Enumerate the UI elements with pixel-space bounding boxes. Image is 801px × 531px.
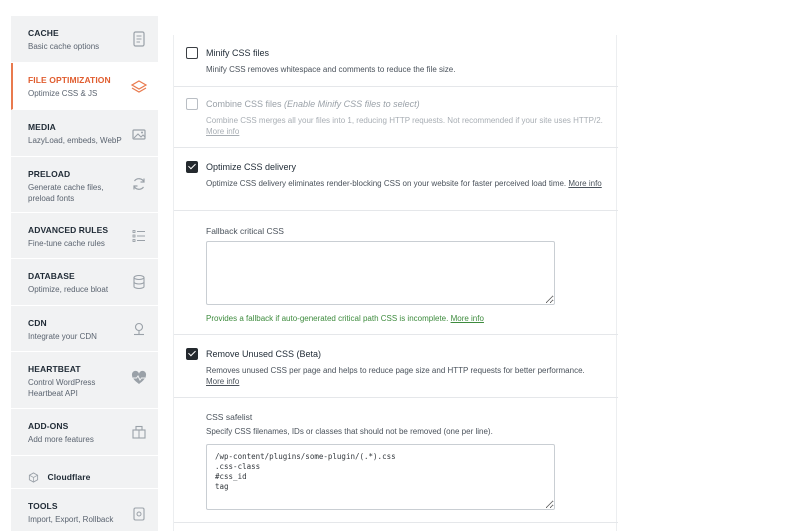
- sidebar-item-desc: Basic cache options: [28, 42, 100, 51]
- combine-css-desc: Combine CSS merges all your files into 1…: [206, 115, 610, 137]
- option-minify-css: Minify CSS files Minify CSS removes whit…: [174, 35, 618, 87]
- list-icon: [130, 227, 148, 245]
- combine-css-checkbox[interactable]: [186, 98, 198, 110]
- cdn-icon: [130, 320, 148, 338]
- fallback-critical-css-textarea[interactable]: [206, 241, 555, 305]
- sidebar-item-database[interactable]: DATABASE Optimize, reduce bloat: [11, 259, 158, 306]
- combine-css-desc-text: Combine CSS merges all your files into 1…: [206, 116, 603, 125]
- layers-icon: [130, 78, 148, 96]
- sidebar-item-desc: Generate cache files, preload fonts: [28, 183, 104, 203]
- sidebar-item-add-ons[interactable]: ADD-ONS Add more features: [11, 409, 158, 456]
- optimize-css-delivery-desc-text: Optimize CSS delivery eliminates render-…: [206, 179, 567, 188]
- sidebar-item-desc: Control WordPress Heartbeat API: [28, 378, 96, 398]
- sidebar-item-desc: Optimize, reduce bloat: [28, 285, 109, 294]
- sidebar-item-cache[interactable]: CACHE Basic cache options: [11, 16, 158, 63]
- document-icon: [130, 30, 148, 48]
- heart-pulse-icon: [130, 369, 148, 387]
- combine-css-label-text: Combine CSS files: [206, 99, 282, 109]
- optimize-css-delivery-label[interactable]: Optimize CSS delivery: [206, 162, 296, 172]
- combine-css-note: (Enable Minify CSS files to select): [284, 99, 420, 109]
- sidebar-item-file-optimization[interactable]: FILE OPTIMIZATION Optimize CSS & JS: [11, 63, 158, 110]
- sidebar-item-tools[interactable]: TOOLS Import, Export, Rollback: [11, 489, 158, 531]
- cloudflare-icon: [28, 470, 39, 483]
- sidebar-item-heartbeat[interactable]: HEARTBEAT Control WordPress Heartbeat AP…: [11, 352, 158, 409]
- css-safelist-title: CSS safelist: [206, 412, 253, 422]
- fallback-help-text: Provides a fallback if auto-generated cr…: [206, 314, 449, 323]
- css-safelist-textarea[interactable]: /wp-content/plugins/some-plugin/(.*).css…: [206, 444, 555, 510]
- combine-css-more-info-link[interactable]: More info: [206, 127, 239, 136]
- fallback-critical-css-title: Fallback critical CSS: [206, 226, 284, 236]
- puzzle-icon: [130, 423, 148, 441]
- sidebar-item-desc: Import, Export, Rollback: [28, 515, 114, 524]
- sidebar-item-desc: Integrate your CDN: [28, 332, 97, 341]
- minify-css-label[interactable]: Minify CSS files: [206, 48, 269, 58]
- optimize-css-delivery-checkbox[interactable]: [186, 161, 198, 173]
- fallback-critical-css-section: Fallback critical CSS Provides a fallbac…: [174, 211, 618, 335]
- sidebar-item-preload[interactable]: PRELOAD Generate cache files, preload fo…: [11, 157, 158, 213]
- fallback-critical-css-help: Provides a fallback if auto-generated cr…: [206, 314, 484, 323]
- optimize-css-delivery-desc: Optimize CSS delivery eliminates render-…: [206, 178, 610, 189]
- sidebar-item-desc: Optimize CSS & JS: [28, 89, 98, 98]
- css-safelist-desc: Specify CSS filenames, IDs or classes th…: [206, 427, 493, 436]
- image-icon: [130, 125, 148, 143]
- sidebar-item-title: Cloudflare: [47, 472, 91, 482]
- sidebar-item-cloudflare[interactable]: Cloudflare: [11, 456, 158, 489]
- sidebar-item-advanced-rules[interactable]: ADVANCED RULES Fine-tune cache rules: [11, 213, 158, 259]
- combine-css-label[interactable]: Combine CSS files (Enable Minify CSS fil…: [206, 99, 420, 109]
- minify-css-desc: Minify CSS removes whitespace and commen…: [206, 65, 456, 74]
- sidebar-item-desc: LazyLoad, embeds, WebP: [28, 136, 122, 145]
- option-optimize-css-delivery: Optimize CSS delivery Optimize CSS deliv…: [174, 148, 618, 211]
- option-remove-unused-css: Remove Unused CSS (Beta) Removes unused …: [174, 335, 618, 398]
- remove-unused-css-desc: Removes unused CSS per page and helps to…: [206, 365, 596, 387]
- sidebar-item-desc: Add more features: [28, 435, 94, 444]
- option-combine-css: Combine CSS files (Enable Minify CSS fil…: [174, 87, 618, 148]
- fallback-more-info-link[interactable]: More info: [451, 314, 484, 323]
- settings-sidebar: CACHE Basic cache options FILE OPTIMIZAT…: [11, 16, 158, 531]
- sidebar-item-media[interactable]: MEDIA LazyLoad, embeds, WebP: [11, 110, 158, 157]
- remove-unused-css-more-info-link[interactable]: More info: [206, 377, 239, 386]
- css-safelist-section: CSS safelist Specify CSS filenames, IDs …: [174, 398, 618, 523]
- sidebar-item-cdn[interactable]: CDN Integrate your CDN: [11, 306, 158, 352]
- remove-unused-css-checkbox[interactable]: [186, 348, 198, 360]
- tools-icon: [130, 505, 148, 523]
- remove-unused-css-desc-text: Removes unused CSS per page and helps to…: [206, 366, 585, 375]
- optimize-css-delivery-more-info-link[interactable]: More info: [568, 179, 601, 188]
- refresh-icon: [130, 175, 148, 193]
- css-options-panel: Minify CSS files Minify CSS removes whit…: [173, 35, 618, 531]
- remove-unused-css-label[interactable]: Remove Unused CSS (Beta): [206, 349, 321, 359]
- database-icon: [130, 273, 148, 291]
- minify-css-checkbox[interactable]: [186, 47, 198, 59]
- sidebar-item-desc: Fine-tune cache rules: [28, 239, 105, 248]
